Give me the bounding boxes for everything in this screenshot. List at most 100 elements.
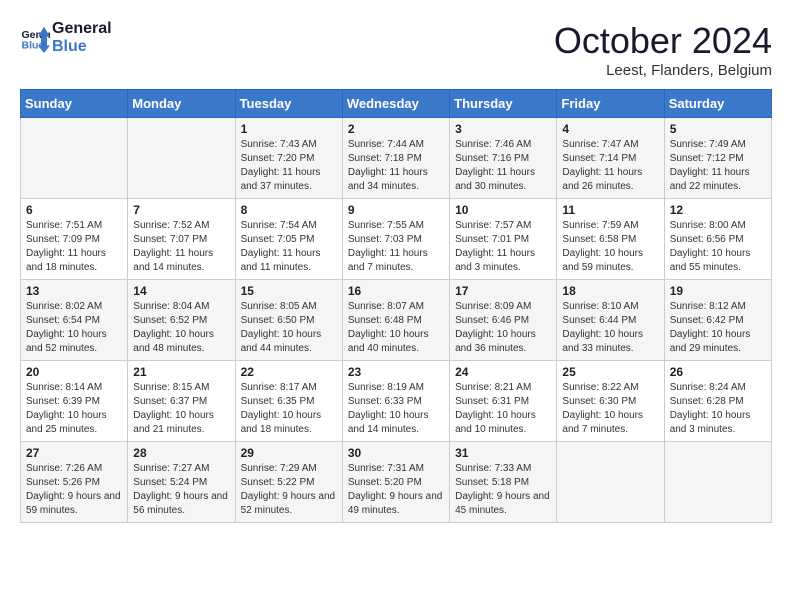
calendar-cell: 11 Sunrise: 7:59 AMSunset: 6:58 PMDayligh…: [557, 199, 664, 280]
day-number: 15: [241, 284, 337, 298]
calendar-cell: 6Sunrise: 7:51 AMSunset: 7:09 PMDaylight…: [21, 199, 128, 280]
calendar-cell: 18 Sunrise: 8:10 AMSunset: 6:44 PMDayligh…: [557, 280, 664, 361]
day-info: Sunrise: 7:46 AMSunset: 7:16 PMDaylight:…: [455, 138, 551, 194]
calendar-cell: 29 Sunrise: 7:29 AMSunset: 5:22 PMDayligh…: [235, 442, 342, 523]
calendar-cell: 26 Sunrise: 8:24 AMSunset: 6:28 PMDayligh…: [664, 361, 771, 442]
day-header-tuesday: Tuesday: [235, 90, 342, 118]
calendar-cell: 14 Sunrise: 8:04 AMSunset: 6:52 PMDayligh…: [128, 280, 235, 361]
calendar-week-row: 1Sunrise: 7:43 AMSunset: 7:20 PMDaylight…: [21, 118, 772, 199]
day-number: 18: [562, 284, 658, 298]
day-number: 16: [348, 284, 444, 298]
day-info: Sunrise: 8:14 AMSunset: 6:39 PMDaylight:…: [26, 381, 122, 437]
calendar-cell: 30 Sunrise: 7:31 AMSunset: 5:20 PMDayligh…: [342, 442, 449, 523]
calendar-header-row: SundayMondayTuesdayWednesdayThursdayFrid…: [21, 90, 772, 118]
page-header: General Blue General Blue October 2024 L…: [20, 20, 772, 79]
day-number: 7: [133, 203, 229, 217]
day-info: Sunrise: 8:02 AMSunset: 6:54 PMDaylight:…: [26, 300, 122, 356]
day-number: 23: [348, 365, 444, 379]
day-info: Sunrise: 7:33 AMSunset: 5:18 PMDaylight:…: [455, 462, 551, 518]
day-header-wednesday: Wednesday: [342, 90, 449, 118]
calendar-cell: 19Sunrise: 8:12 AMSunset: 6:42 PMDayligh…: [664, 280, 771, 361]
month-title: October 2024: [554, 20, 772, 62]
day-info: Sunrise: 8:17 AMSunset: 6:35 PMDaylight:…: [241, 381, 337, 437]
day-number: 20: [26, 365, 122, 379]
calendar-cell: 15Sunrise: 8:05 AMSunset: 6:50 PMDayligh…: [235, 280, 342, 361]
calendar-cell: 27Sunrise: 7:26 AMSunset: 5:26 PMDayligh…: [21, 442, 128, 523]
calendar-cell: 2 Sunrise: 7:44 AMSunset: 7:18 PMDaylight…: [342, 118, 449, 199]
calendar-cell: 12 Sunrise: 8:00 AMSunset: 6:56 PMDayligh…: [664, 199, 771, 280]
day-header-sunday: Sunday: [21, 90, 128, 118]
day-number: 19: [670, 284, 766, 298]
day-number: 5: [670, 122, 766, 136]
calendar-cell: 3 Sunrise: 7:46 AMSunset: 7:16 PMDaylight…: [450, 118, 557, 199]
calendar-cell: [128, 118, 235, 199]
day-info: Sunrise: 7:59 AMSunset: 6:58 PMDaylight:…: [562, 219, 658, 275]
day-number: 22: [241, 365, 337, 379]
day-number: 24: [455, 365, 551, 379]
day-number: 2: [348, 122, 444, 136]
calendar-cell: 22 Sunrise: 8:17 AMSunset: 6:35 PMDayligh…: [235, 361, 342, 442]
day-info: Sunrise: 8:10 AMSunset: 6:44 PMDaylight:…: [562, 300, 658, 356]
day-info: Sunrise: 7:57 AMSunset: 7:01 PMDaylight:…: [455, 219, 551, 275]
day-number: 21: [133, 365, 229, 379]
calendar-cell: 17Sunrise: 8:09 AMSunset: 6:46 PMDayligh…: [450, 280, 557, 361]
calendar-cell: 13 Sunrise: 8:02 AMSunset: 6:54 PMDayligh…: [21, 280, 128, 361]
day-info: Sunrise: 7:43 AMSunset: 7:20 PMDaylight:…: [241, 138, 337, 194]
logo-line2: Blue: [52, 38, 87, 55]
day-number: 26: [670, 365, 766, 379]
calendar-week-row: 20 Sunrise: 8:14 AMSunset: 6:39 PMDayligh…: [21, 361, 772, 442]
calendar-week-row: 27Sunrise: 7:26 AMSunset: 5:26 PMDayligh…: [21, 442, 772, 523]
day-number: 8: [241, 203, 337, 217]
calendar-cell: [21, 118, 128, 199]
calendar-cell: 4Sunrise: 7:47 AMSunset: 7:14 PMDaylight…: [557, 118, 664, 199]
calendar-cell: 20 Sunrise: 8:14 AMSunset: 6:39 PMDayligh…: [21, 361, 128, 442]
day-info: Sunrise: 7:31 AMSunset: 5:20 PMDaylight:…: [348, 462, 444, 518]
calendar-cell: 31Sunrise: 7:33 AMSunset: 5:18 PMDayligh…: [450, 442, 557, 523]
day-info: Sunrise: 7:27 AMSunset: 5:24 PMDaylight:…: [133, 462, 229, 518]
day-info: Sunrise: 7:55 AMSunset: 7:03 PMDaylight:…: [348, 219, 444, 275]
calendar-cell: [557, 442, 664, 523]
day-number: 11: [562, 203, 658, 217]
day-number: 10: [455, 203, 551, 217]
logo: General Blue General Blue: [20, 20, 112, 55]
day-header-monday: Monday: [128, 90, 235, 118]
day-number: 4: [562, 122, 658, 136]
calendar-cell: 5 Sunrise: 7:49 AMSunset: 7:12 PMDaylight…: [664, 118, 771, 199]
day-info: Sunrise: 8:00 AMSunset: 6:56 PMDaylight:…: [670, 219, 766, 275]
day-number: 27: [26, 446, 122, 460]
location-subtitle: Leest, Flanders, Belgium: [554, 62, 772, 79]
day-number: 3: [455, 122, 551, 136]
day-info: Sunrise: 8:04 AMSunset: 6:52 PMDaylight:…: [133, 300, 229, 356]
calendar-week-row: 13 Sunrise: 8:02 AMSunset: 6:54 PMDayligh…: [21, 280, 772, 361]
day-number: 14: [133, 284, 229, 298]
calendar-cell: 25Sunrise: 8:22 AMSunset: 6:30 PMDayligh…: [557, 361, 664, 442]
title-block: October 2024 Leest, Flanders, Belgium: [554, 20, 772, 79]
calendar-cell: 9Sunrise: 7:55 AMSunset: 7:03 PMDaylight…: [342, 199, 449, 280]
day-number: 28: [133, 446, 229, 460]
day-number: 30: [348, 446, 444, 460]
day-info: Sunrise: 7:49 AMSunset: 7:12 PMDaylight:…: [670, 138, 766, 194]
day-info: Sunrise: 7:44 AMSunset: 7:18 PMDaylight:…: [348, 138, 444, 194]
day-info: Sunrise: 7:54 AMSunset: 7:05 PMDaylight:…: [241, 219, 337, 275]
day-number: 12: [670, 203, 766, 217]
logo-line1: General: [52, 20, 112, 37]
calendar-cell: 1Sunrise: 7:43 AMSunset: 7:20 PMDaylight…: [235, 118, 342, 199]
calendar-cell: 7 Sunrise: 7:52 AMSunset: 7:07 PMDaylight…: [128, 199, 235, 280]
day-header-saturday: Saturday: [664, 90, 771, 118]
day-number: 13: [26, 284, 122, 298]
logo-icon: General Blue: [20, 23, 50, 53]
calendar-cell: 16Sunrise: 8:07 AMSunset: 6:48 PMDayligh…: [342, 280, 449, 361]
day-number: 25: [562, 365, 658, 379]
day-header-friday: Friday: [557, 90, 664, 118]
day-number: 29: [241, 446, 337, 460]
day-info: Sunrise: 8:24 AMSunset: 6:28 PMDaylight:…: [670, 381, 766, 437]
day-info: Sunrise: 7:52 AMSunset: 7:07 PMDaylight:…: [133, 219, 229, 275]
day-header-thursday: Thursday: [450, 90, 557, 118]
calendar-cell: 8 Sunrise: 7:54 AMSunset: 7:05 PMDaylight…: [235, 199, 342, 280]
calendar-cell: [664, 442, 771, 523]
day-info: Sunrise: 8:15 AMSunset: 6:37 PMDaylight:…: [133, 381, 229, 437]
day-info: Sunrise: 8:21 AMSunset: 6:31 PMDaylight:…: [455, 381, 551, 437]
day-info: Sunrise: 7:29 AMSunset: 5:22 PMDaylight:…: [241, 462, 337, 518]
day-info: Sunrise: 8:09 AMSunset: 6:46 PMDaylight:…: [455, 300, 551, 356]
calendar-cell: 24 Sunrise: 8:21 AMSunset: 6:31 PMDayligh…: [450, 361, 557, 442]
